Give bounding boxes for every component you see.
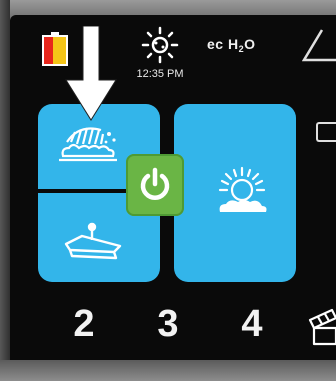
scrub-brush-icon: [59, 127, 117, 162]
device-bezel-left: [0, 0, 10, 381]
o-text: O: [244, 36, 256, 52]
warning-icon[interactable]: [302, 26, 336, 64]
film-icon[interactable]: [306, 308, 336, 346]
h-text: H: [227, 36, 239, 52]
sun-settings-icon[interactable]: [140, 26, 180, 66]
sun-cloud-icon: [218, 166, 267, 212]
ec-text: ec: [207, 36, 224, 52]
mode-number-3[interactable]: 3: [148, 304, 188, 344]
power-icon: [140, 167, 170, 200]
mode-number-4[interactable]: 4: [232, 304, 272, 344]
power-button[interactable]: [126, 154, 184, 216]
side-menu-button[interactable]: [316, 122, 336, 142]
device-bezel-bottom: [0, 360, 336, 381]
down-arrow-indicator: [65, 26, 117, 121]
ec-h2o-label[interactable]: ec H2O: [207, 36, 256, 54]
squeegee-icon: [64, 222, 122, 260]
mode-number-2[interactable]: 2: [64, 304, 104, 344]
clock-label: 12:35 PM: [136, 68, 184, 80]
